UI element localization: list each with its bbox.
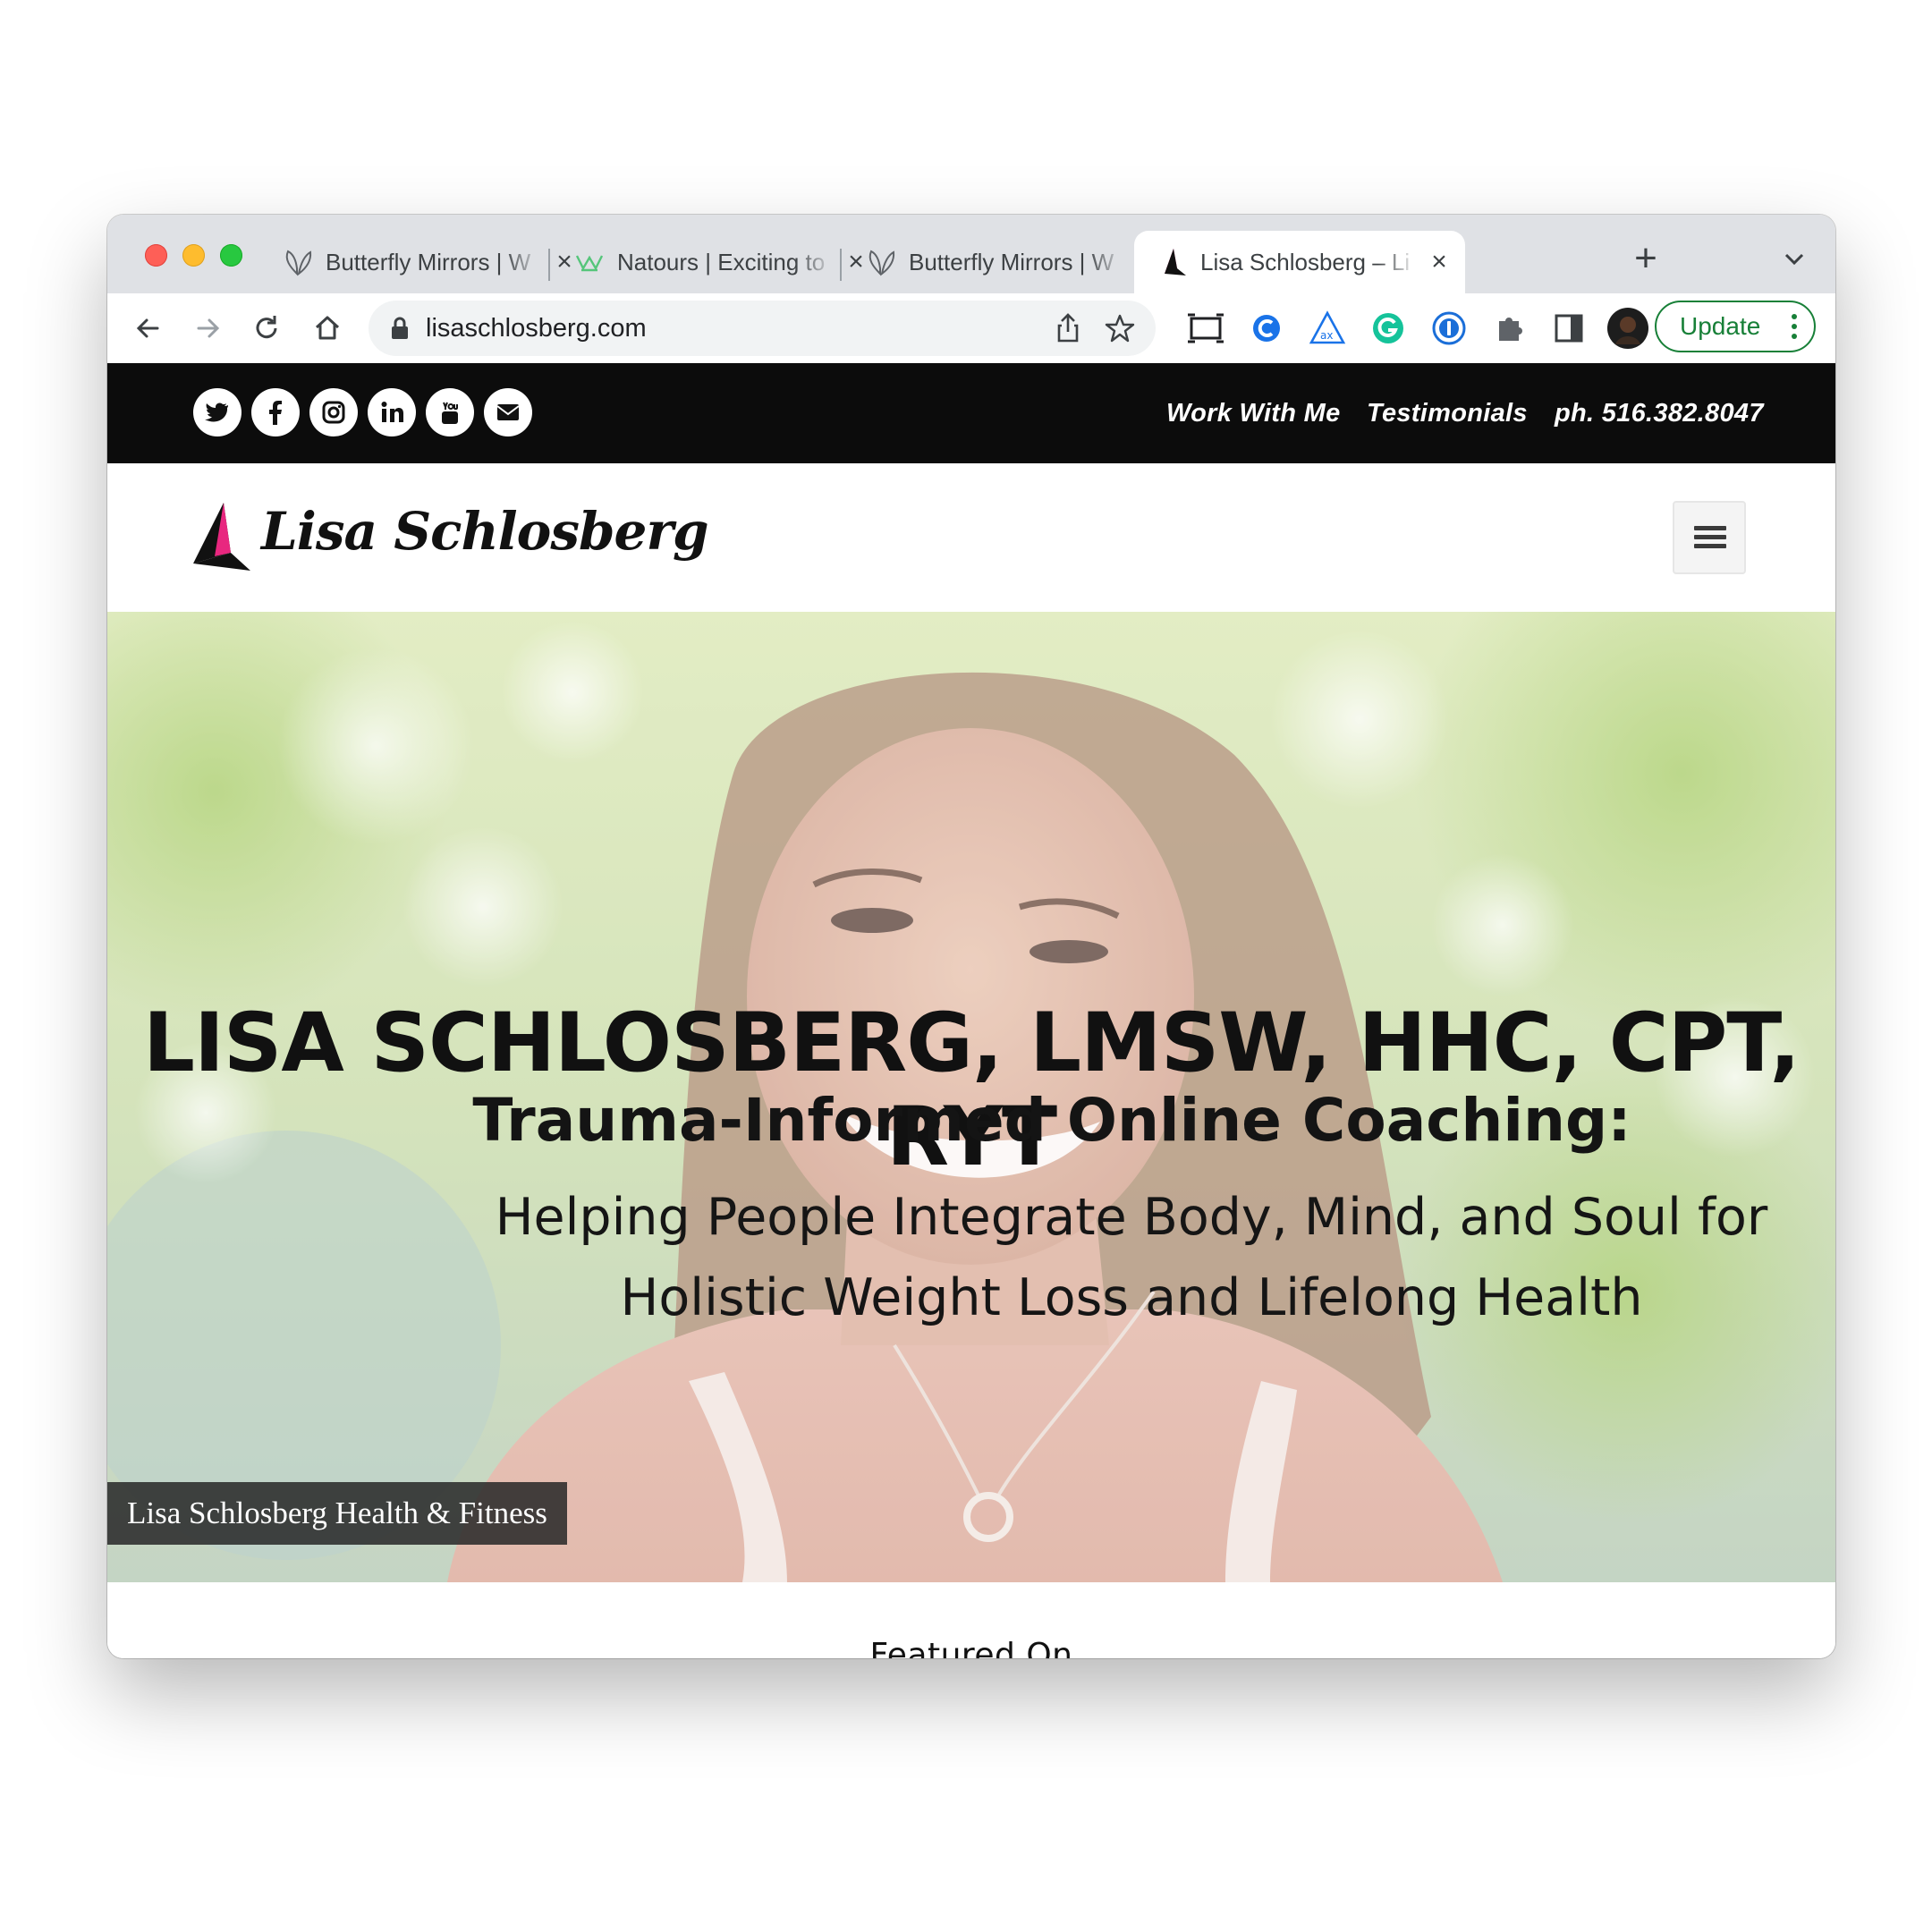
- profile-avatar[interactable]: [1606, 307, 1649, 350]
- side-panel-icon[interactable]: [1549, 309, 1589, 348]
- tab-butterfly-mirrors-2[interactable]: Butterfly Mirrors | W ×: [843, 231, 1161, 293]
- share-icon[interactable]: [1052, 312, 1084, 344]
- site-logo-text[interactable]: Lisa Schlosberg: [261, 501, 709, 562]
- password-manager-icon[interactable]: [1429, 309, 1469, 348]
- close-window-button[interactable]: [145, 244, 167, 267]
- tab-title: Lisa Schlosberg – Li: [1200, 248, 1411, 275]
- hero-tagline: Helping People Integrate Body, Mind, and…: [402, 1177, 1835, 1338]
- chevron-down-icon[interactable]: [1782, 247, 1807, 272]
- web-page: Work With Me Testimonials ph. 516.382.80…: [107, 363, 1835, 1658]
- home-icon[interactable]: [309, 310, 345, 346]
- linkedin-link[interactable]: [368, 388, 416, 436]
- close-tab-icon[interactable]: ×: [1426, 249, 1453, 275]
- facebook-link[interactable]: [251, 388, 300, 436]
- nav-work-with-me[interactable]: Work With Me: [1166, 363, 1341, 463]
- twitter-link[interactable]: [193, 388, 242, 436]
- more-vertical-icon: [1792, 314, 1797, 339]
- forward-arrow-icon[interactable]: [190, 310, 225, 346]
- lock-icon: [392, 317, 408, 339]
- nav-testimonials[interactable]: Testimonials: [1367, 363, 1528, 463]
- butterfly-icon: [285, 250, 312, 276]
- reload-icon[interactable]: [249, 310, 284, 346]
- site-logo-mark[interactable]: [191, 501, 254, 572]
- menu-button[interactable]: [1673, 501, 1746, 574]
- tab-title: Butterfly Mirrors | W: [909, 248, 1114, 275]
- hero-banner: LISA SCHLOSBERG, LMSW, HHC, CPT, RYT Tra…: [107, 612, 1835, 1582]
- browser-toolbar: lisaschlosberg.com ax Update: [107, 293, 1835, 364]
- instagram-link[interactable]: [309, 388, 358, 436]
- hero-tagline-line1: Helping People Integrate Body, Mind, and…: [495, 1188, 1768, 1247]
- tab-title: Natours | Exciting to: [617, 248, 826, 275]
- email-icon: [496, 404, 520, 420]
- site-header: Lisa Schlosberg: [107, 463, 1835, 612]
- hero-subtitle-text: Trauma-Informed Online Coaching:: [472, 1086, 1631, 1155]
- minimize-window-button[interactable]: [182, 244, 205, 267]
- butterfly-icon: [869, 250, 895, 276]
- linkedin-icon: [381, 402, 403, 422]
- featured-on-heading: Featured On: [869, 1637, 1073, 1658]
- bookmark-star-icon[interactable]: [1104, 312, 1136, 344]
- nav-phone[interactable]: ph. 516.382.8047: [1555, 363, 1764, 463]
- tab-strip: Butterfly Mirrors | W × Natours | Exciti…: [107, 215, 1835, 293]
- svg-text:ax: ax: [1320, 329, 1333, 342]
- update-label: Update: [1680, 312, 1761, 340]
- twitter-icon: [205, 402, 228, 422]
- lisa-logo-icon: [1165, 249, 1186, 275]
- c-extension-icon[interactable]: [1247, 309, 1286, 348]
- ax-extension-icon[interactable]: ax: [1308, 309, 1347, 348]
- tab-butterfly-mirrors-1[interactable]: Butterfly Mirrors | W ×: [259, 231, 578, 293]
- hero-caption: Lisa Schlosberg Health & Fitness: [107, 1482, 567, 1545]
- email-link[interactable]: [484, 388, 532, 436]
- hamburger-icon: [1694, 526, 1726, 548]
- screen-capture-icon[interactable]: [1186, 309, 1225, 348]
- natours-crown-icon: [575, 255, 604, 272]
- youtube-icon: [442, 402, 458, 424]
- hero-subtitle: Trauma-Informed Online Coaching:: [107, 1086, 1835, 1155]
- tab-title: Butterfly Mirrors | W: [326, 248, 531, 275]
- back-arrow-icon[interactable]: [131, 310, 166, 346]
- new-tab-button[interactable]: +: [1628, 239, 1664, 278]
- update-button[interactable]: Update: [1655, 301, 1816, 352]
- tab-separator: [548, 249, 550, 281]
- tab-lisa-schlosberg[interactable]: Lisa Schlosberg – Li ×: [1134, 231, 1465, 293]
- puzzle-extensions-icon[interactable]: [1490, 309, 1530, 348]
- facebook-icon: [269, 401, 282, 425]
- address-bar[interactable]: lisaschlosberg.com: [369, 301, 1156, 356]
- url-text[interactable]: lisaschlosberg.com: [426, 301, 647, 356]
- site-topbar: Work With Me Testimonials ph. 516.382.80…: [107, 363, 1835, 463]
- youtube-link[interactable]: [426, 388, 474, 436]
- zoom-window-button[interactable]: [220, 244, 242, 267]
- instagram-icon: [322, 401, 345, 424]
- tab-separator: [840, 249, 842, 281]
- hero-tagline-line2: Holistic Weight Loss and Lifelong Health: [620, 1268, 1643, 1327]
- tab-natours[interactable]: Natours | Exciting to ×: [551, 231, 869, 293]
- browser-window: Butterfly Mirrors | W × Natours | Exciti…: [107, 215, 1835, 1658]
- grammarly-icon[interactable]: [1368, 309, 1408, 348]
